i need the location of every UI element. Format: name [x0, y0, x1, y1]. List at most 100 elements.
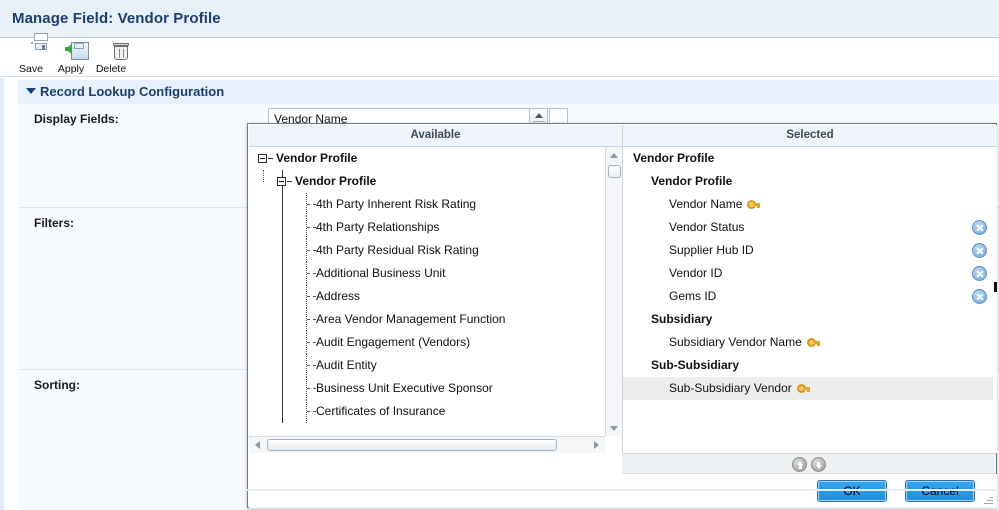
tree-guide-line: [282, 239, 283, 262]
minus-expander-icon[interactable]: [258, 154, 267, 163]
available-tree-node-label: 4th Party Residual Risk Rating: [316, 243, 479, 257]
delete-button-label: Delete: [95, 63, 127, 75]
caret-down-icon[interactable]: [26, 88, 36, 94]
tree-branch-dash: [307, 342, 316, 343]
tree-guide-line: [282, 331, 283, 354]
scroll-up-arrow-icon[interactable]: [606, 147, 622, 163]
selected-list-item-label: Vendor ID: [669, 266, 723, 280]
available-tree-node[interactable]: Business Unit Executive Sponsor: [249, 377, 622, 400]
selected-list-item-label: Subsidiary: [651, 312, 713, 326]
available-tree-node[interactable]: 4th Party Inherent Risk Rating: [249, 193, 622, 216]
move-down-circle-icon[interactable]: [810, 457, 826, 472]
key-icon: [796, 383, 810, 393]
tree-branch-dash: [307, 250, 316, 251]
selected-list-item-label: Supplier Hub ID: [669, 243, 754, 257]
available-pane-body: Vendor Profile Vendor Profile 4th Party In…: [249, 147, 622, 453]
scroll-left-arrow-icon[interactable]: [249, 437, 265, 453]
tree-guide-line: [282, 354, 283, 377]
tree-guide-line: [282, 377, 283, 400]
selected-list-item[interactable]: Sub-Subsidiary Vendor: [623, 377, 997, 400]
scroll-down-arrow-icon[interactable]: [606, 420, 622, 436]
page-title: Manage Field: Vendor Profile: [12, 10, 221, 27]
tree-branch-dash: [307, 319, 316, 320]
spinner-up-icon[interactable]: [535, 113, 543, 118]
available-tree-node[interactable]: Additional Business Unit: [249, 262, 622, 285]
remove-x-circle-icon[interactable]: [972, 243, 987, 258]
available-pane: Available Vendor Profile Vendor Profile 4t…: [249, 125, 623, 453]
tree-guide-line: [282, 400, 283, 423]
selected-pane-header: Selected: [623, 125, 997, 147]
available-hscroll-thumb[interactable]: [267, 439, 557, 451]
selected-list-item[interactable]: Supplier Hub ID: [623, 239, 997, 262]
key-icon: [806, 337, 820, 347]
minus-expander-icon[interactable]: [277, 177, 286, 186]
available-tree-node[interactable]: Vendor Profile: [249, 147, 622, 170]
available-tree-node-label: Area Vendor Management Function: [316, 312, 506, 326]
available-tree-node[interactable]: Vendor Profile: [249, 170, 622, 193]
selected-list-item[interactable]: Subsidiary Vendor Name: [623, 331, 997, 354]
remove-x-circle-icon[interactable]: [972, 220, 987, 235]
selected-list-item[interactable]: Vendor ID: [623, 262, 997, 285]
available-tree-node[interactable]: 4th Party Residual Risk Rating: [249, 239, 622, 262]
tree-branch-dash: [307, 365, 316, 366]
remove-x-circle-icon[interactable]: [972, 266, 987, 281]
available-tree-node-label: Audit Entity: [316, 358, 377, 372]
main-toolbar: Save Apply Delete: [0, 33, 999, 77]
selected-list-item[interactable]: Subsidiary: [623, 308, 997, 331]
available-tree-node[interactable]: Area Vendor Management Function: [249, 308, 622, 331]
selected-list-item-label: Vendor Status: [669, 220, 745, 234]
available-tree-node-label: Certificates of Insurance: [316, 404, 446, 418]
filters-label: Filters:: [34, 216, 75, 230]
window-title-bar: Manage Field: Vendor Profile: [0, 0, 999, 38]
dialog-inner: Available Vendor Profile Vendor Profile 4t…: [248, 124, 997, 508]
selected-list: Vendor Profile Vendor Profile Vendor Name V…: [623, 147, 997, 400]
remove-x-circle-icon[interactable]: [972, 289, 987, 304]
selected-list-item[interactable]: Vendor Profile: [623, 147, 997, 170]
selected-header-label: Selected: [786, 129, 834, 141]
resize-grip-icon[interactable]: [983, 495, 993, 505]
tree-guide-line: [282, 193, 283, 216]
selected-list-item[interactable]: Vendor Status: [623, 216, 997, 239]
selected-scroll-marker[interactable]: [994, 282, 997, 292]
available-tree-node[interactable]: Audit Engagement (Vendors): [249, 331, 622, 354]
available-tree-node-label: Vendor Profile: [276, 151, 358, 165]
dialog-footer: OK Cancel: [249, 474, 997, 508]
available-vertical-scrollbar[interactable]: [605, 147, 622, 436]
cancel-button[interactable]: Cancel: [905, 480, 975, 502]
available-tree-node-label: Audit Engagement (Vendors): [316, 335, 471, 349]
available-tree-node-label: Additional Business Unit: [316, 266, 446, 280]
key-icon: [747, 199, 761, 209]
tree-guide-line: [282, 285, 283, 308]
display-fields-label: Display Fields:: [34, 112, 119, 126]
available-tree-node[interactable]: Certificates of Insurance: [249, 400, 622, 423]
selected-list-item-label: Vendor Profile: [633, 151, 715, 165]
scroll-right-arrow-icon[interactable]: [589, 437, 605, 453]
move-up-circle-icon[interactable]: [792, 457, 808, 472]
available-header-label: Available: [410, 129, 461, 141]
tree-branch-dash: [307, 296, 316, 297]
available-vscroll-thumb[interactable]: [608, 165, 621, 178]
available-tree-node[interactable]: 4th Party Relationships: [249, 216, 622, 239]
tree-guide-line: [282, 308, 283, 331]
available-tree-node-label: 4th Party Relationships: [316, 220, 440, 234]
selected-list-item[interactable]: Gems ID: [623, 285, 997, 308]
selected-list-item[interactable]: Sub-Subsidiary: [623, 354, 997, 377]
selected-list-item-label: Sub-Subsidiary Vendor: [669, 381, 792, 395]
available-tree-node[interactable]: Audit Entity: [249, 354, 622, 377]
tree-branch-dash: [307, 204, 316, 205]
tree-guide-line: [282, 262, 283, 285]
selected-list-item-label: Vendor Profile: [651, 174, 733, 188]
available-tree-node-label: Address: [316, 289, 361, 303]
selected-list-item[interactable]: Vendor Profile: [623, 170, 997, 193]
selected-scroll-track[interactable]: [993, 147, 997, 453]
selected-list-item-label: Sub-Subsidiary: [651, 358, 740, 372]
available-horizontal-scrollbar[interactable]: [249, 436, 605, 453]
section-header[interactable]: Record Lookup Configuration: [18, 80, 999, 104]
bottom-strip: [247, 489, 997, 491]
available-tree-node[interactable]: Address: [249, 285, 622, 308]
delete-button[interactable]: Delete: [88, 41, 134, 75]
selected-list-item[interactable]: Vendor Name: [623, 193, 997, 216]
ok-button[interactable]: OK: [817, 480, 887, 502]
sorting-label: Sorting:: [34, 378, 80, 392]
available-pane-header: Available: [249, 125, 622, 147]
